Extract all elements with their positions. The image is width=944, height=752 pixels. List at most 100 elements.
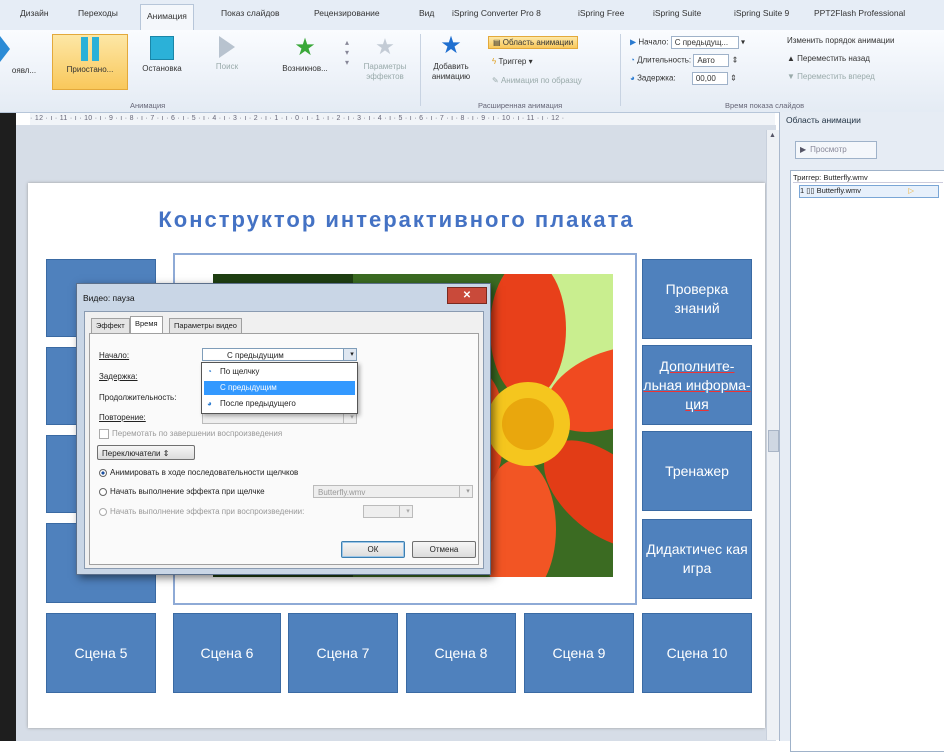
slide-title[interactable]: Конструктор интерактивного плаката [28, 207, 765, 233]
triggers-button[interactable]: Переключатели ⇕ [97, 445, 195, 460]
anim-seek-button[interactable]: Поиск [205, 36, 249, 71]
animation-pane: Область анимации ▶ Просмотр Триггер: Butt… [779, 112, 944, 752]
ribbon-tabs: Дизайн Переходы Анимация Показ слайдов Р… [0, 0, 944, 31]
clock-icon: ◕ [207, 399, 212, 408]
chevron-down-icon[interactable]: ▾ [343, 349, 356, 360]
anim-appear-button[interactable]: оявл... [0, 36, 48, 75]
animation-pane-button[interactable]: ▤ Область анимации [488, 36, 579, 49]
animation-pane-icon: ▤ [493, 38, 503, 47]
tile-scene-8[interactable]: Сцена 8 [406, 613, 516, 693]
delay-label: Задержка: [99, 372, 138, 381]
play-icon: ▶ [800, 145, 807, 154]
repeat-label: Повторение: [99, 413, 146, 422]
tab-ppt2flash[interactable]: PPT2Flash Professional [814, 8, 905, 18]
tile-additional-info[interactable]: Дополните-льная информа-ция [642, 345, 752, 425]
animation-item[interactable]: 1 ▯▯ Butterfly.wmv ▷ [799, 185, 939, 198]
start-select[interactable]: С предыдущим ▾ [202, 348, 357, 361]
star-green-icon: ★ [294, 34, 316, 61]
tab-ispring-suite[interactable]: iSpring Suite [653, 8, 701, 18]
cancel-button[interactable]: Отмена [412, 541, 476, 558]
animation-pane-label: Область анимации [502, 38, 574, 47]
tab-transitions[interactable]: Переходы [78, 8, 118, 18]
scroll-up-icon[interactable]: ▲ [769, 132, 776, 139]
start-row: ▶ Начало: С предыдущ... ▾ [630, 36, 745, 49]
delay-row: ◕ Задержка: 00,00 ⇕ [630, 72, 737, 85]
radio-on-play[interactable]: Начать выполнение эффекта при воспроизве… [99, 507, 304, 516]
radio-on-click[interactable]: Начать выполнение эффекта при щелчке [99, 487, 265, 496]
tile-scene-5[interactable]: Сцена 5 [46, 613, 156, 693]
option-on-click[interactable]: ◔ По щелчку [204, 365, 355, 379]
tile-scene-9[interactable]: Сцена 9 [524, 613, 634, 693]
start-combo[interactable]: С предыдущ... [670, 36, 739, 49]
duration-label: Длительность: [637, 55, 692, 65]
start-dropdown-list[interactable]: ◔ По щелчку С предыдущим ◕ После предыдуще… [201, 362, 358, 414]
animation-list[interactable]: Триггер: Butterfly.wmv 1 ▯▯ Butterfly.wm… [790, 170, 944, 752]
chevron-down-icon[interactable]: ▾ [459, 486, 472, 497]
tile-scene-10[interactable]: Сцена 10 [642, 613, 752, 693]
bookmark-select[interactable]: ▾ [363, 505, 413, 518]
mouse-icon: ◔ [207, 367, 212, 376]
rewind-checkbox[interactable]: Перемотать по завершении воспроизведения [99, 429, 282, 439]
tab-timing[interactable]: Время [130, 316, 163, 334]
tile-scene-6[interactable]: Сцена 6 [173, 613, 281, 693]
tab-animation[interactable]: Анимация [140, 4, 194, 31]
anim-painter-label: Анимация по образцу [500, 76, 582, 85]
trigger-object-select[interactable]: Butterfly.wmv ▾ [313, 485, 473, 498]
delay-field[interactable]: 00,00 [691, 72, 728, 85]
anim-emerge-button[interactable]: ★ Возникнов... [270, 34, 340, 74]
vertical-scrollbar[interactable]: ▲ [766, 130, 779, 740]
reorder-label: Изменить порядок анимации [787, 36, 895, 45]
preview-button[interactable]: ▶ Просмотр [795, 141, 877, 159]
tile-knowledge-check[interactable]: Проверка знаний [642, 259, 752, 339]
tile-trainer[interactable]: Тренажер [642, 431, 752, 511]
star-gray-icon: ★ [375, 34, 395, 59]
radio-selected-icon [99, 468, 107, 477]
timeline-marker-icon: ▷ [908, 186, 914, 195]
tab-ispring-free[interactable]: iSpring Free [578, 8, 624, 18]
trigger-button[interactable]: ϟ Триггер ▾ [492, 57, 533, 66]
trigger-header[interactable]: Триггер: Butterfly.wmv [793, 173, 943, 183]
tab-effect[interactable]: Эффект [91, 318, 130, 334]
group-timing-label: Время показа слайдов [725, 101, 805, 110]
video-pause-dialog: Видео: пауза ✕ Эффект Время Параметры ви… [76, 283, 491, 575]
option-after-previous[interactable]: ◕ После предыдущего [204, 397, 355, 411]
radio-icon [99, 487, 107, 496]
tab-review[interactable]: Рецензирование [314, 8, 380, 18]
option-with-previous[interactable]: С предыдущим [204, 381, 355, 395]
close-icon[interactable]: ✕ [447, 287, 487, 304]
anim-stop-button[interactable]: Остановка [134, 36, 190, 73]
tab-video-settings[interactable]: Параметры видео [169, 318, 242, 334]
brush-icon: ✎ [492, 76, 501, 85]
checkbox-icon [99, 429, 109, 439]
ok-button[interactable]: ОК [341, 541, 405, 558]
move-back-label: Переместить назад [797, 54, 870, 63]
tab-view[interactable]: Вид [419, 8, 434, 18]
move-forward-button[interactable]: ▼ Переместить вперед [787, 72, 875, 81]
star-add-icon: ★ [440, 32, 462, 59]
radio-click-sequence[interactable]: Анимировать в ходе последовательности ще… [99, 468, 298, 477]
duration-field[interactable]: Авто [693, 54, 730, 67]
gallery-scroll-icon[interactable]: ▴ ▾ ▾ [345, 38, 349, 68]
effect-params-button[interactable]: ★ Параметры эффектов [360, 36, 410, 82]
tab-slideshow[interactable]: Показ слайдов [221, 8, 280, 18]
preview-label: Просмотр [810, 145, 847, 154]
chevron-down-icon[interactable]: ▾ [399, 506, 412, 517]
anim-pause-label: Приостано... [66, 65, 114, 74]
add-animation-button[interactable]: ★ Добавить анимацию [424, 34, 478, 82]
tab-ispring-converter[interactable]: iSpring Converter Pro 8 [452, 8, 541, 18]
ribbon: оявл... Приостано... Остановка Поиск ★ В… [0, 30, 944, 113]
timer-icon: ◕ [630, 73, 638, 83]
tile-didactic-game[interactable]: Дидактичес кая игра [642, 519, 752, 599]
scroll-thumb[interactable] [768, 430, 779, 452]
start-label: Начало: [638, 37, 669, 47]
anim-pause-button[interactable]: Приостано... [52, 34, 128, 90]
arrow-up-icon: ▲ [787, 54, 798, 63]
trigger-object-value: Butterfly.wmv [318, 488, 366, 497]
tile-scene-7[interactable]: Сцена 7 [288, 613, 398, 693]
tab-ispring-suite-9[interactable]: iSpring Suite 9 [734, 8, 789, 18]
rewind-label: Перемотать по завершении воспроизведения [112, 429, 283, 439]
separator [420, 34, 421, 106]
tab-design[interactable]: Дизайн [20, 8, 49, 18]
move-back-button[interactable]: ▲ Переместить назад [787, 54, 870, 63]
anim-painter-button[interactable]: ✎ Анимация по образцу [492, 76, 582, 85]
